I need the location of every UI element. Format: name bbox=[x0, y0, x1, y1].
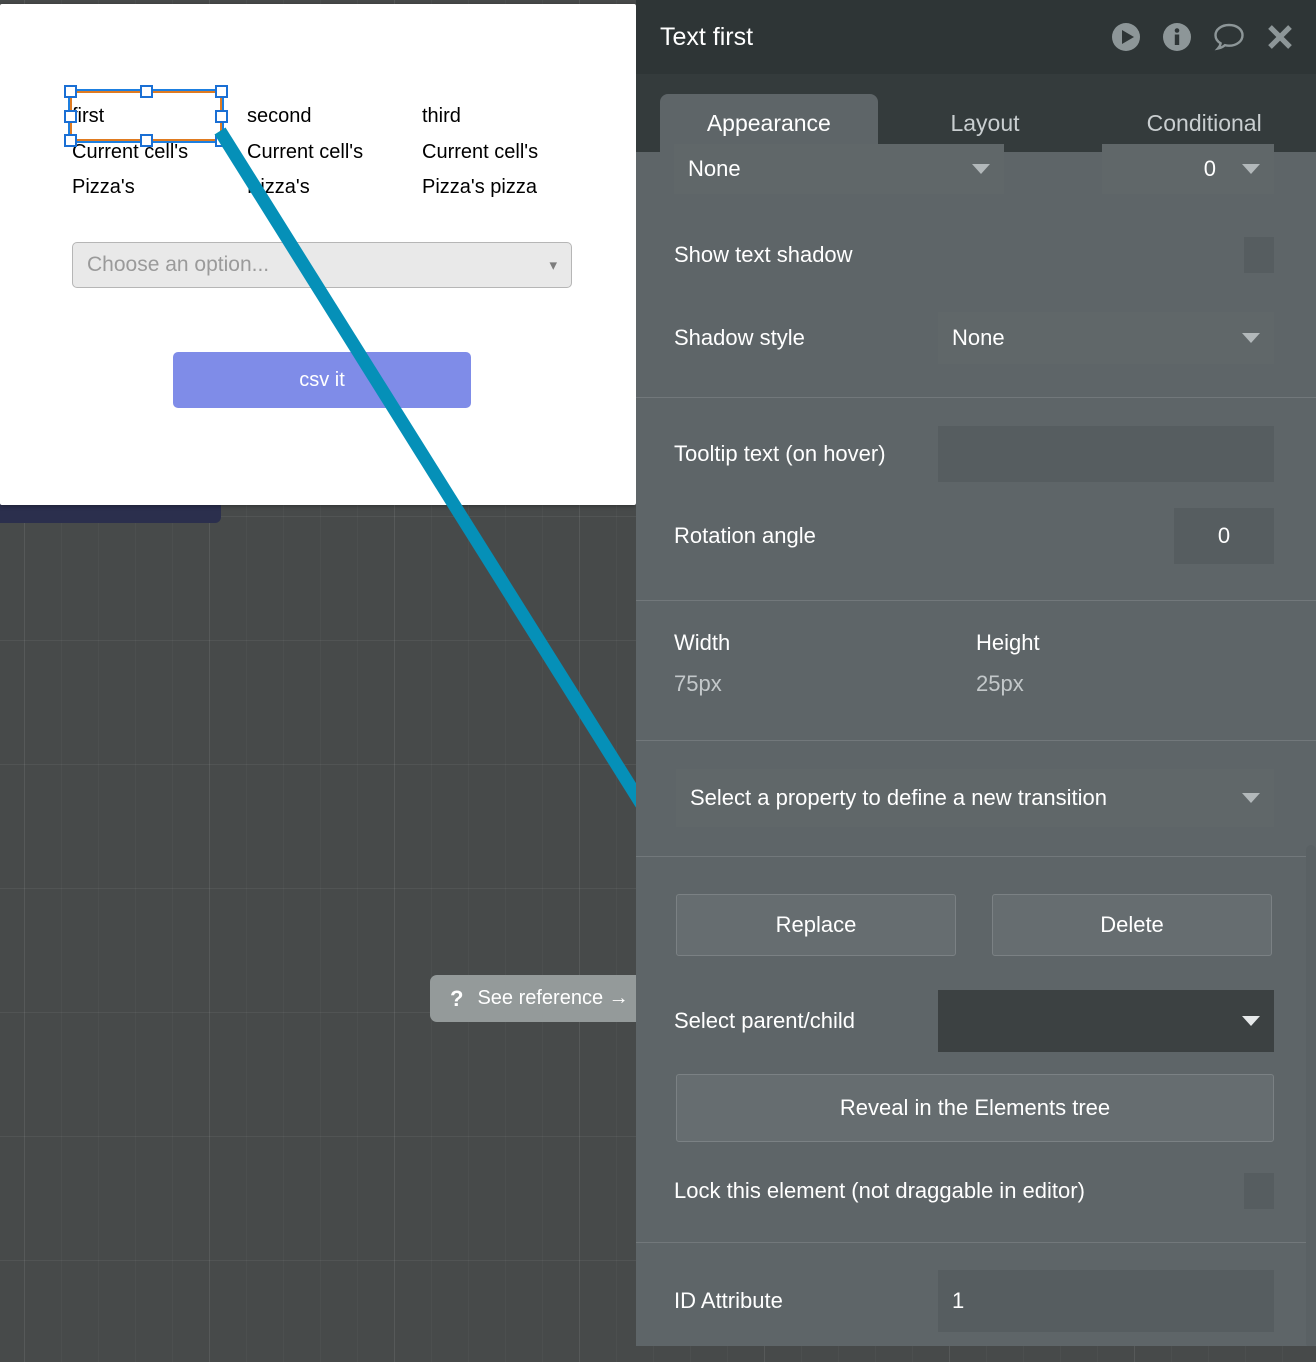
comment-icon[interactable] bbox=[1213, 22, 1245, 52]
chevron-down-icon bbox=[1242, 793, 1260, 803]
top-select-dropdown[interactable]: None bbox=[674, 144, 1004, 194]
lock-element-label: Lock this element (not draggable in edit… bbox=[674, 1178, 1085, 1204]
show-text-shadow-row: Show text shadow bbox=[636, 234, 1316, 276]
chevron-down-icon: ▾ bbox=[549, 256, 557, 274]
tooltip-text-input[interactable] bbox=[938, 426, 1274, 482]
delete-button[interactable]: Delete bbox=[992, 894, 1272, 956]
chevron-down-icon bbox=[972, 164, 990, 174]
width-field: Width 75px bbox=[674, 630, 730, 697]
csv-it-button[interactable]: csv it bbox=[173, 352, 471, 408]
shadow-style-row: Shadow style None bbox=[636, 312, 1316, 364]
repeating-cell-column-3[interactable]: third Current cell's Pizza's pizza bbox=[422, 99, 538, 206]
height-value: 25px bbox=[976, 671, 1040, 697]
panel-header: Text first bbox=[636, 0, 1316, 74]
info-icon[interactable] bbox=[1162, 22, 1192, 52]
show-text-shadow-checkbox[interactable] bbox=[1244, 237, 1274, 273]
id-attribute-label: ID Attribute bbox=[674, 1288, 783, 1314]
width-label: Width bbox=[674, 630, 730, 656]
panel-title: Text first bbox=[660, 23, 1111, 52]
divider bbox=[636, 397, 1316, 398]
height-label: Height bbox=[976, 630, 1040, 656]
rotation-angle-input[interactable]: 0 bbox=[1174, 508, 1274, 564]
divider bbox=[636, 740, 1316, 741]
panel-header-icons bbox=[1111, 22, 1294, 52]
rotation-angle-label: Rotation angle bbox=[674, 523, 816, 549]
shadow-style-dropdown[interactable]: None bbox=[938, 312, 1274, 364]
new-transition-dropdown[interactable]: Select a property to define a new transi… bbox=[676, 769, 1274, 827]
see-reference-button[interactable]: ? See reference → bbox=[430, 975, 651, 1022]
panel-body: None 0 Show text shadow Shadow style Non… bbox=[636, 152, 1316, 1346]
choose-an-option-dropdown[interactable]: Choose an option... ▾ bbox=[72, 242, 572, 288]
top-number-value: 0 bbox=[1204, 156, 1216, 182]
repeating-cell-column-1[interactable]: first Current cell's Pizza's bbox=[72, 99, 188, 206]
cell-subtext-1-line1: Current cell's bbox=[72, 135, 188, 171]
cell-subtext-2-line1: Current cell's bbox=[247, 135, 363, 171]
cell-subtext-3-line1: Current cell's bbox=[422, 135, 538, 171]
shadow-style-value: None bbox=[952, 325, 1005, 351]
id-attribute-row: ID Attribute 1 bbox=[636, 1270, 1316, 1332]
lock-element-row: Lock this element (not draggable in edit… bbox=[636, 1170, 1316, 1212]
see-reference-label: See reference → bbox=[477, 987, 628, 1010]
show-text-shadow-label: Show text shadow bbox=[674, 242, 853, 268]
tooltip-text-row: Tooltip text (on hover) bbox=[636, 426, 1316, 482]
chevron-down-icon bbox=[1242, 333, 1260, 343]
select-parent-child-label: Select parent/child bbox=[674, 1008, 855, 1034]
height-field: Height 25px bbox=[976, 630, 1040, 697]
resize-handle-e[interactable] bbox=[215, 110, 228, 123]
shadow-style-label: Shadow style bbox=[674, 325, 805, 351]
divider bbox=[636, 856, 1316, 857]
dropdown-placeholder: Choose an option... bbox=[87, 253, 269, 277]
repeating-cell-column-2[interactable]: second Current cell's Pizza's bbox=[247, 99, 363, 206]
chevron-down-icon bbox=[1242, 164, 1260, 174]
cell-title-2[interactable]: second bbox=[247, 99, 363, 135]
lock-element-checkbox[interactable] bbox=[1244, 1173, 1274, 1209]
divider bbox=[636, 1242, 1316, 1243]
replace-button[interactable]: Replace bbox=[676, 894, 956, 956]
divider bbox=[636, 600, 1316, 601]
reveal-in-elements-tree-button[interactable]: Reveal in the Elements tree bbox=[676, 1074, 1274, 1142]
chevron-down-icon bbox=[1242, 1016, 1260, 1026]
select-parent-child-dropdown[interactable] bbox=[938, 990, 1274, 1052]
cell-title-1[interactable]: first bbox=[72, 99, 188, 135]
width-value: 75px bbox=[674, 671, 730, 697]
resize-handle-nw[interactable] bbox=[64, 85, 77, 98]
resize-handle-se[interactable] bbox=[215, 134, 228, 147]
question-mark-icon: ? bbox=[450, 986, 463, 1012]
cell-subtext-1-line2: Pizza's bbox=[72, 170, 188, 206]
resize-handle-n[interactable] bbox=[140, 85, 153, 98]
id-attribute-input[interactable]: 1 bbox=[938, 1270, 1274, 1332]
panel-tabs: Appearance Layout Conditional bbox=[636, 74, 1316, 152]
cell-title-3[interactable]: third bbox=[422, 99, 538, 135]
top-number-dropdown[interactable]: 0 bbox=[1102, 144, 1274, 194]
cell-subtext-3-line2: Pizza's pizza bbox=[422, 170, 538, 206]
panel-scrollbar-thumb[interactable] bbox=[1306, 845, 1316, 1346]
select-parent-child-row: Select parent/child bbox=[636, 990, 1316, 1052]
tooltip-text-label: Tooltip text (on hover) bbox=[674, 441, 886, 467]
close-icon[interactable] bbox=[1266, 23, 1294, 51]
new-transition-value: Select a property to define a new transi… bbox=[690, 785, 1107, 811]
cell-subtext-2-line2: Pizza's bbox=[247, 170, 363, 206]
property-editor-panel: Text first Appearance Layout Conditional… bbox=[636, 0, 1316, 1346]
top-select-value: None bbox=[688, 156, 741, 182]
resize-handle-ne[interactable] bbox=[215, 85, 228, 98]
page-preview-card: first Current cell's Pizza's second Curr… bbox=[0, 4, 636, 505]
preview-play-icon[interactable] bbox=[1111, 22, 1141, 52]
rotation-angle-row: Rotation angle 0 bbox=[636, 508, 1316, 564]
